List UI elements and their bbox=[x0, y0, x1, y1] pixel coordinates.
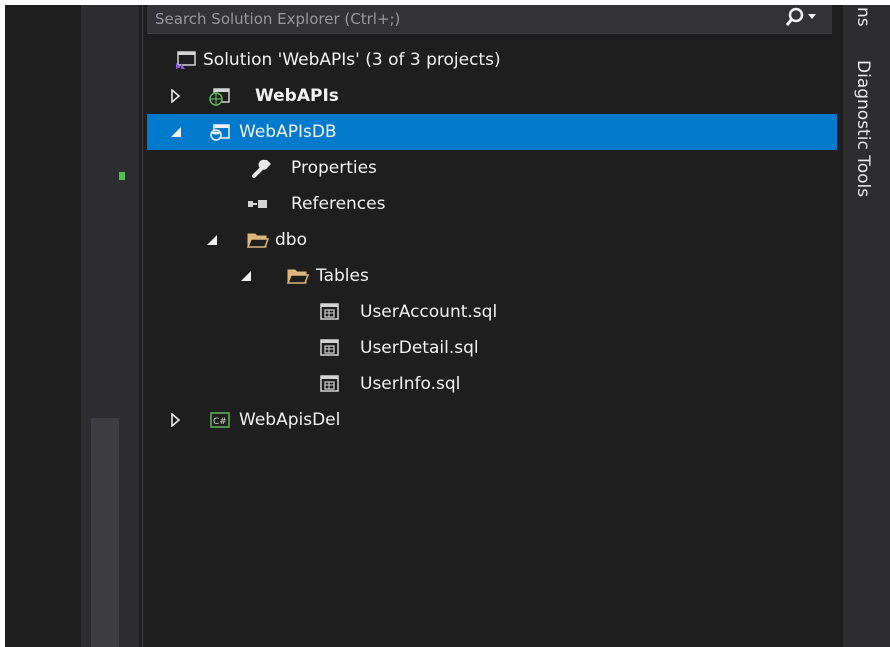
tree-item-file[interactable]: UserAccount.sql bbox=[147, 294, 837, 330]
side-tab-partial[interactable]: ns bbox=[853, 7, 873, 33]
tree-item-label: WebAPIsDB bbox=[239, 122, 337, 142]
diagnostic-tools-label[interactable]: Diagnostic Tools bbox=[853, 60, 873, 197]
solution-icon bbox=[176, 51, 196, 69]
collapse-arrow-icon[interactable] bbox=[205, 233, 219, 247]
tree-item-label: Solution 'WebAPIs' (3 of 3 projects) bbox=[203, 50, 501, 70]
tree-item-label: Properties bbox=[291, 158, 377, 178]
sql-file-icon bbox=[320, 303, 339, 320]
tree-item-solution[interactable]: Solution 'WebAPIs' (3 of 3 projects) bbox=[147, 42, 837, 78]
expand-arrow-icon[interactable] bbox=[169, 89, 183, 103]
tree-item-webapisdel[interactable]: C# WebApisDel bbox=[147, 402, 837, 438]
tree-item-file[interactable]: UserDetail.sql bbox=[147, 330, 837, 366]
change-marker bbox=[119, 172, 125, 180]
search-input[interactable] bbox=[155, 5, 765, 33]
csharp-project-icon: C# bbox=[210, 412, 230, 428]
svg-text:C#: C# bbox=[213, 417, 227, 427]
references-icon bbox=[248, 200, 267, 208]
sql-file-icon bbox=[320, 375, 339, 392]
collapse-arrow-icon[interactable] bbox=[169, 125, 183, 139]
tree-item-tables[interactable]: Tables bbox=[147, 258, 837, 294]
tree-item-label: References bbox=[291, 194, 386, 214]
tree-item-label: WebAPIs bbox=[255, 86, 339, 106]
tree-item-label: UserAccount.sql bbox=[360, 302, 498, 322]
tree-item-label: WebApisDel bbox=[239, 410, 341, 430]
ide-frame: Solution 'WebAPIs' (3 of 3 projects) Web… bbox=[5, 5, 890, 647]
tree-item-webapisdb[interactable]: WebAPIsDB bbox=[147, 114, 837, 150]
tree-item-label: Tables bbox=[316, 266, 369, 286]
expand-arrow-icon[interactable] bbox=[169, 413, 183, 427]
tree-item-properties[interactable]: Properties bbox=[147, 150, 837, 186]
tree-item-webapis[interactable]: WebAPIs bbox=[147, 78, 837, 114]
folder-open-icon bbox=[287, 269, 309, 284]
tree-item-dbo[interactable]: dbo bbox=[147, 222, 837, 258]
editor-gutter bbox=[5, 5, 81, 647]
tree-item-label: UserInfo.sql bbox=[360, 374, 461, 394]
tree-item-references[interactable]: References bbox=[147, 186, 837, 222]
tree-item-label: UserDetail.sql bbox=[360, 338, 479, 358]
database-project-icon bbox=[210, 124, 230, 141]
tree-item-file[interactable]: UserInfo.sql bbox=[147, 366, 837, 402]
sql-file-icon bbox=[320, 339, 339, 356]
solution-explorer-search bbox=[147, 5, 832, 34]
wrench-icon bbox=[252, 159, 271, 178]
search-icon[interactable] bbox=[785, 7, 819, 29]
collapse-arrow-icon[interactable] bbox=[239, 269, 253, 283]
tree-item-label: dbo bbox=[275, 230, 307, 250]
scrollbar-thumb[interactable] bbox=[91, 418, 119, 647]
folder-open-icon bbox=[247, 233, 269, 248]
panel-divider bbox=[142, 5, 143, 647]
web-project-icon bbox=[209, 88, 230, 106]
